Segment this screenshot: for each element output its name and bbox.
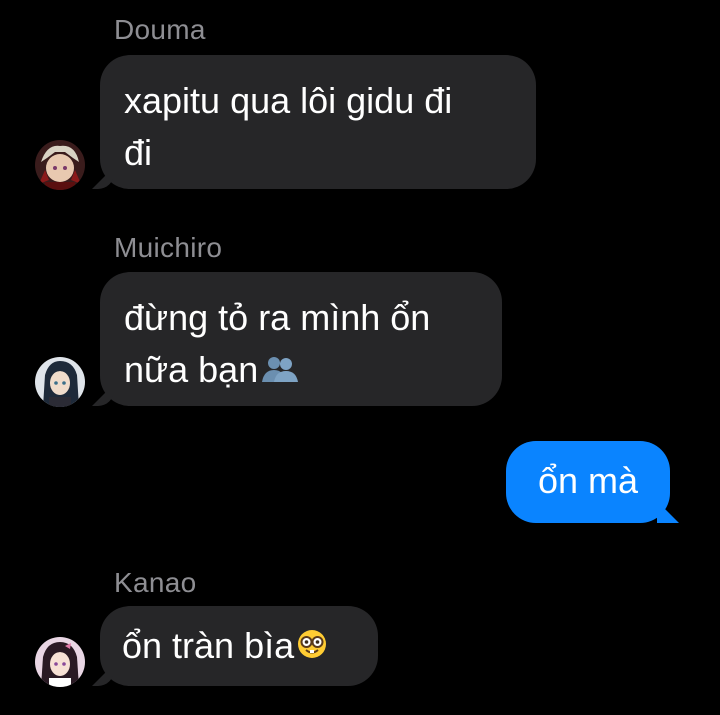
nerd-face-icon (296, 622, 328, 674)
message-text-line: xapitu qua lôi gidu đi (124, 80, 453, 121)
sender-name-kanao: Kanao (114, 567, 197, 598)
kanao-avatar[interactable] (35, 637, 85, 687)
message-bubble-incoming[interactable]: ổn tràn bìa (100, 606, 378, 686)
muichiro-avatar[interactable] (35, 357, 85, 407)
douma-avatar[interactable] (35, 140, 85, 190)
message-bubble-outgoing[interactable]: ổn mà (506, 441, 670, 523)
message-text-line: đi (124, 132, 153, 173)
message-bubble-incoming[interactable]: xapitu qua lôi gidu đi đi (100, 55, 536, 189)
message-text-line: ổn tràn bìa (122, 625, 295, 666)
sender-name-muichiro: Muichiro (114, 232, 223, 263)
message-text-line: ổn mà (537, 460, 639, 501)
message-bubble-incoming[interactable]: đừng tỏ ra mình ổn nữa bạn (100, 272, 502, 406)
message-text-line: đừng tỏ ra mình ổn (124, 297, 431, 338)
sender-name-douma: Douma (114, 14, 206, 45)
message-text-line: nữa bạn (124, 349, 259, 390)
busts-in-silhouette-icon (260, 346, 300, 398)
